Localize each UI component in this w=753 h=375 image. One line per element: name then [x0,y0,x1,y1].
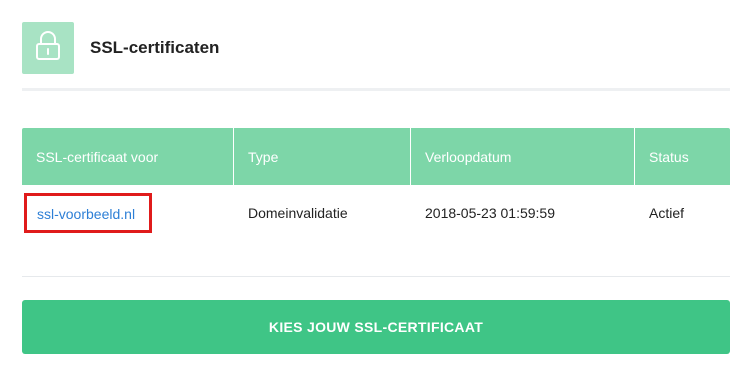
expiry-cell: 2018-05-23 01:59:59 [425,205,555,221]
column-header-domain: SSL-certificaat voor [22,128,234,185]
ssl-certificates-page: SSL-certificaten SSL-certificaat voor Ty… [0,0,753,375]
ssl-certificates-table: SSL-certificaat voor Type Verloopdatum S… [22,128,730,241]
page-title: SSL-certificaten [90,38,220,57]
table-row: ssl-voorbeeld.nl Domeinvalidatie 2018-05… [22,185,730,241]
status-badge: Actief [649,205,685,221]
choose-ssl-certificate-button[interactable]: KIES JOUW SSL-CERTIFICAAT [22,300,730,354]
type-cell: Domeinvalidatie [248,205,348,221]
column-header-status: Status [635,128,730,185]
header-divider [22,88,730,91]
column-header-expiry: Verloopdatum [411,128,635,185]
lock-icon-box [22,22,74,74]
table-header-row: SSL-certificaat voor Type Verloopdatum S… [22,128,730,185]
domain-link[interactable]: ssl-voorbeeld.nl [24,193,153,233]
column-header-type: Type [234,128,411,185]
section-header: SSL-certificaten [22,22,219,74]
table-divider [22,276,730,277]
lock-icon [35,30,61,66]
domain-cell: ssl-voorbeeld.nl [22,185,234,241]
